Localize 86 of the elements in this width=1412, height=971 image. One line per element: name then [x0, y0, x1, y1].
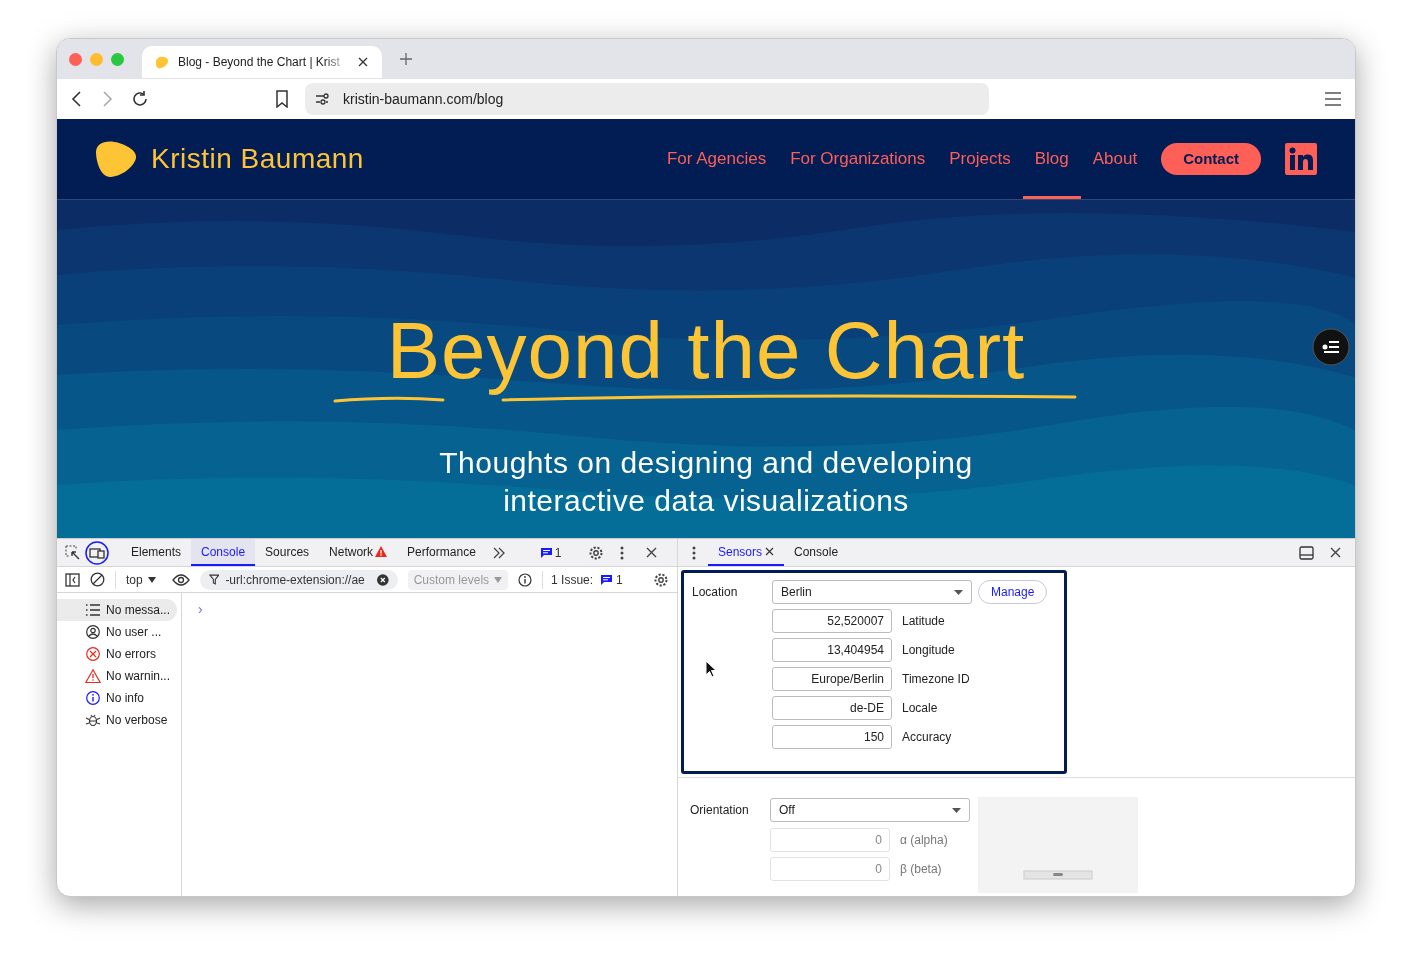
browser-tab[interactable]: Blog - Beyond the Chart | Krist — [142, 46, 382, 78]
settings-icon[interactable] — [587, 544, 604, 561]
tab-title: Blog - Beyond the Chart | Krist — [178, 54, 341, 71]
linkedin-icon[interactable] — [1285, 143, 1317, 175]
value-field[interactable]: 150 — [772, 725, 892, 749]
more-tabs-icon[interactable] — [491, 546, 506, 559]
eye-icon[interactable] — [171, 573, 190, 586]
new-tab-icon[interactable] — [400, 53, 412, 65]
back-icon[interactable] — [71, 91, 83, 107]
close-icon[interactable] — [1330, 547, 1341, 558]
clear-filter-icon[interactable] — [377, 573, 389, 586]
filter-field[interactable]: -url:chrome-extension://ae — [199, 569, 398, 590]
sidebar-item[interactable]: No errors — [57, 643, 177, 665]
info-icon[interactable] — [518, 572, 533, 587]
message-icon — [539, 546, 553, 559]
field-label: Latitude — [902, 613, 945, 630]
nav-link[interactable]: For Agencies — [666, 119, 767, 199]
value-field[interactable]: Europe/Berlin — [772, 667, 892, 691]
devtools-tab[interactable]: Console — [191, 539, 256, 566]
caret-icon — [147, 576, 156, 583]
field-label: β (beta) — [900, 861, 942, 878]
favicon-icon — [154, 54, 170, 70]
location-dropdown[interactable]: Berlin — [772, 580, 972, 604]
more-options-icon[interactable] — [619, 545, 624, 560]
hero-subtitle: Thoughts on designing and developing interactive data visualizations — [439, 445, 973, 519]
drawer-tab[interactable]: Sensors — [708, 539, 785, 566]
console-prompt[interactable]: › — [198, 601, 203, 617]
logo-icon[interactable] — [95, 140, 137, 178]
sidebar-item[interactable]: No info — [57, 687, 177, 709]
list-icon — [85, 603, 101, 617]
context-dropdown[interactable]: top — [115, 570, 156, 589]
caret-icon — [494, 576, 503, 583]
site-settings-icon[interactable] — [315, 92, 329, 106]
sidebar-item[interactable]: No messa... — [57, 599, 177, 621]
bug-icon — [85, 713, 101, 727]
user-icon — [85, 625, 101, 639]
field-label: Accuracy — [902, 729, 952, 746]
device-toggle-icon[interactable] — [85, 540, 109, 565]
devtools-tab[interactable]: Performance — [397, 539, 486, 566]
sidebar-item[interactable]: No warnin... — [57, 665, 177, 687]
issues-counter[interactable]: 1 Issue: 1 — [542, 570, 623, 589]
sidebar-item[interactable]: No verbose — [57, 709, 177, 731]
more-options-icon[interactable] — [692, 545, 696, 560]
mouse-cursor-icon — [705, 660, 717, 678]
warning-icon — [85, 669, 101, 683]
field-label: α (alpha) — [900, 832, 948, 849]
site-logo-text[interactable]: Kristin Baumann — [151, 138, 364, 180]
reload-icon[interactable] — [131, 90, 149, 108]
nav-link[interactable]: For Organizations — [790, 119, 926, 199]
bookmark-icon[interactable] — [275, 90, 289, 108]
clear-console-icon[interactable] — [90, 572, 105, 587]
orientation-label: Orientation — [690, 802, 750, 819]
sidebar-toggle-icon[interactable] — [65, 572, 80, 587]
message-icon — [600, 573, 614, 586]
value-field[interactable]: de-DE — [772, 696, 892, 720]
nav-link[interactable]: Projects — [949, 119, 1011, 199]
issues-badge[interactable]: 1 — [539, 543, 562, 562]
caret-icon — [952, 807, 961, 813]
location-label: Location — [692, 584, 739, 601]
address-bar[interactable]: kristin-baumann.com/blog — [305, 83, 989, 115]
drawer-tab[interactable]: Console — [784, 539, 849, 566]
contact-button[interactable]: Contact — [1161, 143, 1261, 175]
close-icon[interactable] — [645, 547, 657, 558]
field-label: Timezone ID — [902, 671, 970, 688]
value-field[interactable]: 13,404954 — [772, 638, 892, 662]
field-label: Longitude — [902, 642, 955, 659]
dock-icon[interactable] — [1299, 545, 1314, 560]
nav-link[interactable]: About — [1092, 119, 1138, 199]
field-label: Locale — [902, 700, 938, 717]
info-icon — [85, 691, 101, 705]
caret-icon — [954, 589, 963, 595]
sidebar-item[interactable]: No user ... — [57, 621, 177, 643]
url-text: kristin-baumann.com/blog — [343, 89, 504, 109]
devtools-tab[interactable]: Network — [319, 539, 398, 566]
devtools-tab[interactable]: Sources — [255, 539, 320, 566]
close-icon[interactable] — [765, 547, 775, 556]
error-icon — [85, 647, 101, 661]
hero-title: Beyond the Chart — [386, 306, 1026, 396]
value-field[interactable]: 52,520007 — [772, 609, 892, 633]
menu-icon[interactable] — [1325, 92, 1341, 106]
reader-icon[interactable] — [1312, 328, 1350, 366]
devtools-tab[interactable]: Elements — [121, 539, 192, 566]
settings-icon[interactable] — [653, 571, 669, 588]
inspect-icon[interactable] — [65, 544, 81, 561]
close-icon[interactable] — [358, 57, 368, 67]
filter-icon — [208, 574, 220, 585]
